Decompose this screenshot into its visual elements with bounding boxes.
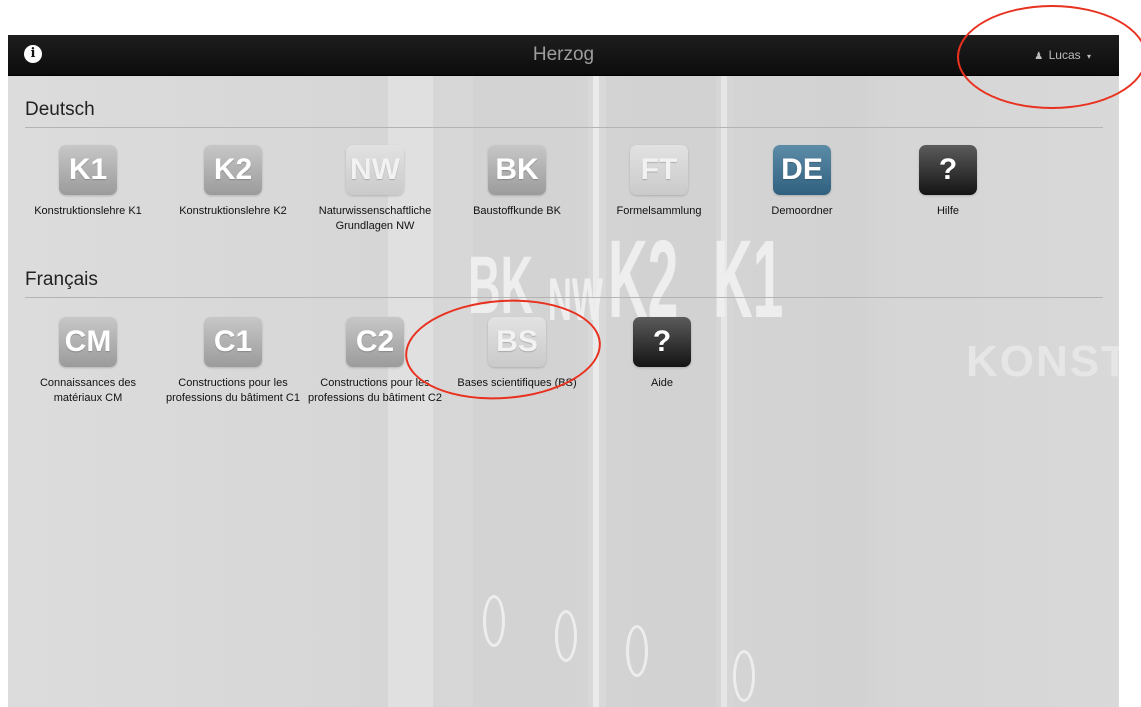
nw-icon: NW — [346, 145, 404, 195]
section-heading-deutsch: Deutsch — [25, 99, 1103, 128]
cm-icon: CM — [59, 317, 117, 367]
tile-label: Konstruktionslehre K2 — [179, 205, 287, 217]
k1-icon: K1 — [59, 145, 117, 195]
tile-naturwissenschaftliche-grundlagen[interactable]: NW Naturwissenschaftliche Grundlagen NW — [305, 145, 445, 234]
top-navbar: i Herzog ♟ Lucas ▾ — [8, 35, 1119, 76]
caret-down-icon: ▾ — [1086, 52, 1091, 61]
tile-hilfe[interactable]: ? Hilfe — [878, 145, 1018, 219]
user-menu-dropdown[interactable]: ♟ Lucas ▾ — [1034, 35, 1091, 75]
de-icon: DE — [773, 145, 831, 195]
tile-label: Aide — [650, 377, 674, 389]
user-icon: ♟ — [1034, 51, 1044, 62]
tile-label: Baustoffkunde BK — [473, 205, 561, 217]
ft-icon: FT — [630, 145, 688, 195]
binder-ring — [733, 650, 755, 702]
app-title: Herzog — [532, 44, 595, 65]
tile-connaissances-materiaux-cm[interactable]: CM Connaissances des matériaux CM — [18, 317, 158, 406]
tile-constructions-c2[interactable]: C2 Constructions pour les professions du… — [305, 317, 445, 406]
tile-konstruktionslehre-k2[interactable]: K2 Konstruktionslehre K2 — [163, 145, 303, 219]
binder-ring — [555, 610, 577, 662]
tile-label: Constructions pour les professions du bâ… — [308, 377, 442, 404]
tile-label: Demoordner — [771, 205, 833, 217]
tile-label: Naturwissenschaftliche Grundlagen NW — [318, 205, 432, 232]
tile-konstruktionslehre-k1[interactable]: K1 Konstruktionslehre K1 — [18, 145, 158, 219]
background-konst-text: KONST — [966, 337, 1119, 386]
help-icon: ? — [633, 317, 691, 367]
user-name: Lucas — [1048, 48, 1081, 62]
bs-icon: BS — [488, 317, 546, 367]
c2-icon: C2 — [346, 317, 404, 367]
tile-label: Constructions pour les professions du bâ… — [166, 377, 300, 404]
tile-aide[interactable]: ? Aide — [592, 317, 732, 391]
tile-label: Konstruktionslehre K1 — [34, 205, 142, 217]
tile-baustoffkunde-bk[interactable]: BK Baustoffkunde BK — [447, 145, 587, 219]
tile-constructions-c1[interactable]: C1 Constructions pour les professions du… — [163, 317, 303, 406]
bk-icon: BK — [488, 145, 546, 195]
help-icon: ? — [919, 145, 977, 195]
tile-bases-scientifiques-bs[interactable]: BS Bases scientifiques (BS) — [447, 317, 587, 391]
c1-icon: C1 — [204, 317, 262, 367]
app-window: BK NW K2 K1 KONST i Herzog ♟ Lucas ▾ Deu… — [8, 35, 1119, 707]
binder-ring — [483, 595, 505, 647]
tile-label: Hilfe — [936, 205, 959, 217]
tile-label: Connaissances des matériaux CM — [39, 377, 136, 404]
tile-label: Formelsammlung — [616, 205, 702, 217]
tile-demoordner[interactable]: DE Demoordner — [732, 145, 872, 219]
binder-ring — [626, 625, 648, 677]
tile-formelsammlung[interactable]: FT Formelsammlung — [589, 145, 729, 219]
section-heading-francais: Français — [25, 269, 1103, 298]
k2-icon: K2 — [204, 145, 262, 195]
tile-label: Bases scientifiques (BS) — [457, 377, 577, 389]
